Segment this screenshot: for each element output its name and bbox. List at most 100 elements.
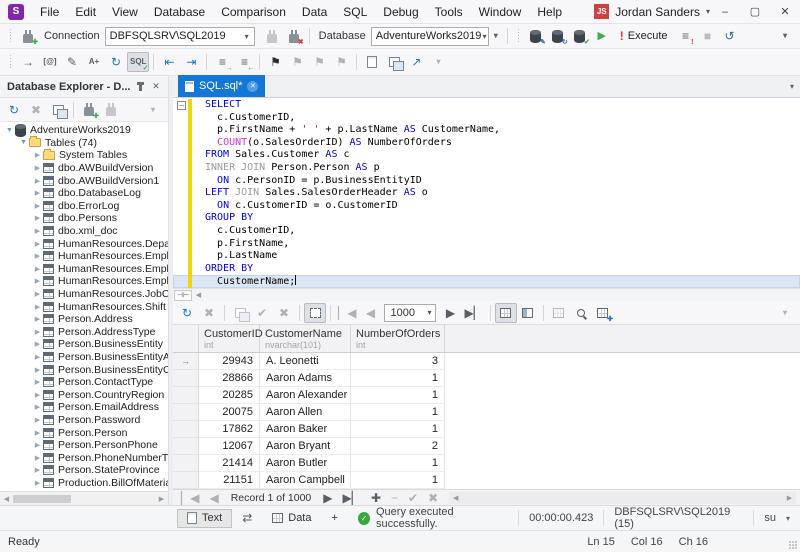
tree-item[interactable]: ▶ dbo.AWBuildVersion <box>0 162 168 175</box>
scroll-right-icon[interactable]: ▶ <box>155 495 168 503</box>
code-line[interactable]: c.CustomerID, <box>173 112 800 125</box>
pin-panel-button[interactable] <box>132 77 148 97</box>
split-window-button[interactable] <box>383 52 405 72</box>
column-header-numberoforders[interactable]: NumberOfOrders int <box>351 325 445 352</box>
uncomment-lines-button[interactable]: ≡ ← <box>233 52 255 72</box>
code-line[interactable]: p.FirstName + ' ' + p.LastName AS Custom… <box>173 124 800 137</box>
record-last-button[interactable]: ▶▏ <box>339 491 365 505</box>
rename-button[interactable]: ✎ <box>61 52 83 72</box>
expand-icon[interactable]: ▶ <box>32 164 43 172</box>
run-button[interactable]: ▶ <box>591 26 613 46</box>
menu-sql[interactable]: SQL <box>335 0 375 24</box>
execute-script-button[interactable]: ≡! <box>675 26 697 46</box>
toolbar-grip[interactable] <box>8 55 13 69</box>
user-account-area[interactable]: JS Jordan Sanders ▾ <box>594 4 710 19</box>
toolbar1-overflow-button[interactable]: ▾ <box>774 26 796 46</box>
cell-customerid[interactable]: 20285 <box>199 387 260 404</box>
menu-help[interactable]: Help <box>529 0 570 24</box>
expand-icon[interactable]: ▶ <box>32 277 43 285</box>
cell-numberoforders[interactable]: 1 <box>351 387 445 404</box>
table-row[interactable]: 20075 Aaron Allen 1 <box>173 404 800 421</box>
expand-icon[interactable]: ▶ <box>32 177 43 185</box>
menu-edit[interactable]: Edit <box>67 0 104 24</box>
disconnect-button[interactable]: ✖ <box>283 26 305 46</box>
tab-sql-file[interactable]: SQL.sql* ✕ <box>178 75 266 97</box>
refresh-data-button[interactable]: ↻ <box>176 303 198 323</box>
tree-item[interactable]: ▶ Person.StateProvince <box>0 464 168 477</box>
tree-item[interactable]: ▼ AdventureWorks2019 <box>0 123 168 137</box>
cell-customerid[interactable]: 20075 <box>199 404 260 421</box>
new-connection-button[interactable]: ✚ <box>17 26 39 46</box>
expand-icon[interactable]: ▶ <box>32 240 43 248</box>
tree-item[interactable]: ▶ Person.PhoneNumberType <box>0 451 168 464</box>
code-line[interactable]: p.LastName <box>173 250 800 263</box>
expand-icon[interactable]: ▶ <box>32 403 43 411</box>
table-row[interactable]: 20285 Aaron Alexander 1 <box>173 387 800 404</box>
tree-item[interactable]: ▶ Person.BusinessEntityContact <box>0 363 168 376</box>
last-page-button[interactable]: ▶▏ <box>461 303 485 323</box>
explorer-horizontal-scrollbar[interactable]: ◀ ▶ <box>0 491 168 505</box>
tree-item[interactable]: ▶ Production.BillOfMaterials <box>0 477 168 490</box>
toolbar-grip[interactable] <box>515 29 521 43</box>
refresh-database-button[interactable]: ↻ <box>547 26 569 46</box>
cell-customername[interactable]: Aaron Campbell <box>260 472 351 489</box>
tree-item[interactable]: ▶ HumanResources.Employee <box>0 250 168 263</box>
swap-layout-button[interactable]: ⇄ <box>232 509 262 528</box>
tree-item[interactable]: ▶ dbo.ErrorLog <box>0 200 168 213</box>
expand-icon[interactable]: ▶ <box>32 202 43 210</box>
cell-customername[interactable]: Aaron Alexander <box>260 387 351 404</box>
table-row[interactable]: 17862 Aaron Baker 1 <box>173 421 800 438</box>
check-database-button[interactable]: ✔ <box>569 26 591 46</box>
expand-icon[interactable]: ▶ <box>32 479 43 487</box>
expand-icon[interactable]: ▶ <box>32 151 43 159</box>
cell-numberoforders[interactable]: 1 <box>351 421 445 438</box>
tree-item[interactable]: ▶ Person.Password <box>0 414 168 427</box>
menu-data[interactable]: Data <box>294 0 335 24</box>
close-button[interactable]: ✕ <box>770 0 800 24</box>
connection-select[interactable]: DBFSQLSRV\SQL2019 ▾ <box>104 26 255 46</box>
menu-window[interactable]: Window <box>471 0 530 24</box>
go-to-button[interactable]: → <box>17 52 39 72</box>
fetch-mode-button[interactable] <box>304 302 326 323</box>
grid-horizontal-scrollbar[interactable]: ◀ ▶ <box>449 491 796 504</box>
code-line[interactable]: c.CustomerID, <box>173 225 800 238</box>
code-line[interactable]: ON c.PersonID = p.BusinessEntityID <box>173 175 800 188</box>
editor-splitter-icon[interactable]: ⊣⊢ <box>174 289 192 301</box>
refresh-button[interactable]: ↻ <box>105 52 127 72</box>
tree-item[interactable]: ▶ HumanResources.EmployeePayHistory <box>0 275 168 288</box>
expand-icon[interactable]: ▶ <box>32 416 43 424</box>
new-document-button[interactable] <box>361 52 383 72</box>
code-fold-icon[interactable]: – <box>177 101 186 110</box>
code-line[interactable]: FROM Sales.Customer AS c <box>173 149 800 162</box>
expand-icon[interactable]: ▶ <box>32 378 43 386</box>
cell-customername[interactable]: Aaron Butler <box>260 455 351 472</box>
expand-icon[interactable]: ▶ <box>32 303 43 311</box>
expand-icon[interactable]: ▶ <box>32 189 43 197</box>
cell-numberoforders[interactable]: 1 <box>351 370 445 387</box>
tree-item[interactable]: ▶ HumanResources.Shift <box>0 300 168 313</box>
expand-icon[interactable]: ▶ <box>32 290 43 298</box>
cell-customername[interactable]: Aaron Baker <box>260 421 351 438</box>
code-line[interactable]: CustomerName; <box>173 275 800 288</box>
duplicate-button[interactable] <box>47 100 69 120</box>
append-record-button[interactable]: ✚ <box>367 491 385 505</box>
scrollbar-thumb[interactable] <box>13 494 71 503</box>
decrease-indent-button[interactable]: ⇤ <box>158 52 180 72</box>
cell-customerid[interactable]: 12067 <box>199 438 260 455</box>
expand-icon[interactable]: ▶ <box>32 441 43 449</box>
database-history-dropdown[interactable]: ▾ <box>489 26 503 46</box>
tree-item[interactable]: ▶ dbo.Persons <box>0 212 168 225</box>
column-header-customerid[interactable]: CustomerID int <box>199 325 263 352</box>
grid-view-button[interactable] <box>494 302 517 323</box>
record-next-button[interactable]: ▶ <box>319 491 336 505</box>
code-line[interactable]: ON c.CustomerID = o.CustomerID <box>173 200 800 213</box>
menu-debug[interactable]: Debug <box>375 0 426 24</box>
tree-item[interactable]: ▶ dbo.AWBuildVersion1 <box>0 174 168 187</box>
cell-customerid[interactable]: 28866 <box>199 370 260 387</box>
add-view-button[interactable]: + <box>322 509 348 528</box>
cell-customerid[interactable]: 21414 <box>199 455 260 472</box>
tree-item[interactable]: ▶ HumanResources.JobCandidate <box>0 288 168 301</box>
sql-editor[interactable]: – SELECT c.CustomerID, p.FirstName + ' '… <box>173 98 800 288</box>
cell-numberoforders[interactable]: 1 <box>351 472 445 489</box>
increase-indent-button[interactable]: ⇥ <box>180 52 202 72</box>
